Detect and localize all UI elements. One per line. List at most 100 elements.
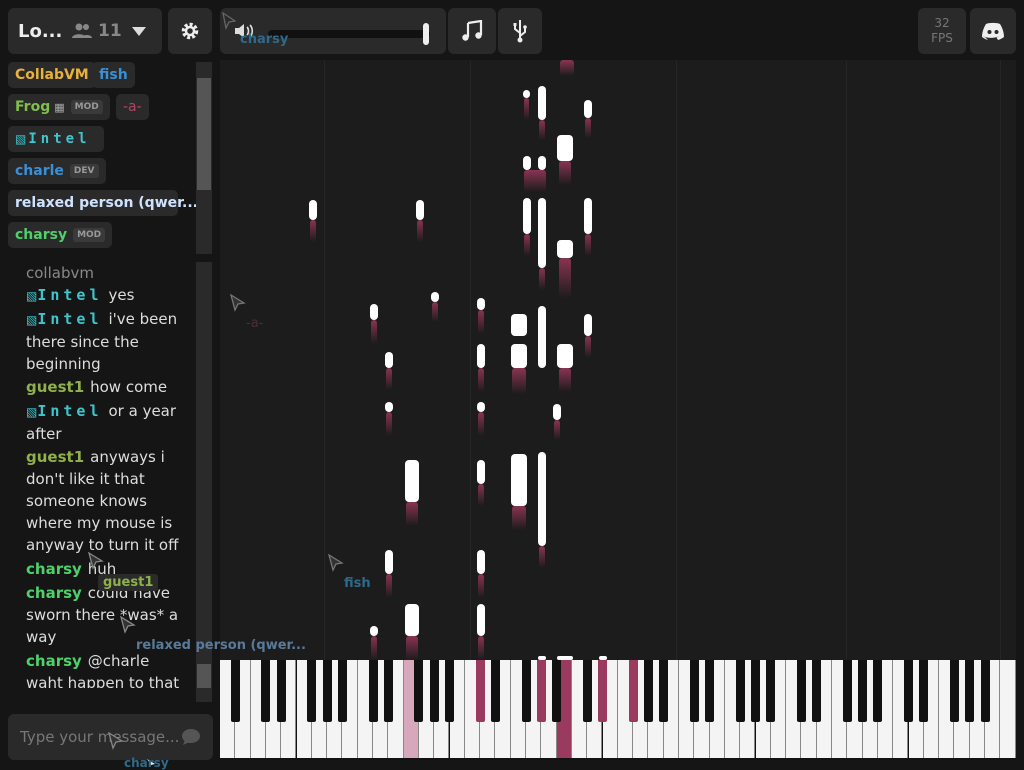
cursor-icon xyxy=(328,554,344,572)
black-key[interactable] xyxy=(751,660,760,722)
black-key[interactable] xyxy=(536,660,546,722)
note-trail xyxy=(371,320,377,344)
black-key[interactable] xyxy=(904,660,913,722)
user-item-a[interactable]: -a- xyxy=(116,94,149,120)
cursor-icon xyxy=(108,732,124,750)
black-key[interactable] xyxy=(842,660,852,722)
user-name: charle xyxy=(15,163,64,179)
black-key[interactable] xyxy=(582,660,592,722)
black-key[interactable] xyxy=(628,660,638,722)
grid-line xyxy=(676,60,677,660)
midi-device-button[interactable] xyxy=(498,8,542,54)
black-key[interactable] xyxy=(552,660,562,722)
black-key[interactable] xyxy=(445,660,454,722)
white-key[interactable] xyxy=(1000,660,1016,758)
black-key[interactable] xyxy=(429,660,439,722)
note-trail xyxy=(559,161,571,185)
user-name: fish xyxy=(99,67,128,83)
black-key[interactable] xyxy=(307,660,317,722)
black-key[interactable] xyxy=(812,660,822,722)
cursor-icon xyxy=(88,552,104,570)
grid-line xyxy=(470,60,471,660)
black-key[interactable] xyxy=(230,660,240,722)
black-key[interactable] xyxy=(598,660,607,722)
user-item-intel[interactable]: ▧ Intel xyxy=(8,126,104,152)
black-key[interactable] xyxy=(261,660,271,722)
black-key[interactable] xyxy=(383,660,393,722)
music-button[interactable] xyxy=(448,8,496,54)
black-key[interactable] xyxy=(689,660,699,722)
chat-bubble-icon[interactable] xyxy=(181,728,201,746)
black-key[interactable] xyxy=(796,660,806,722)
user-item-charsy[interactable]: charsy MOD xyxy=(8,222,113,248)
note-trail xyxy=(478,636,484,660)
chat-system-line: collabvm xyxy=(26,264,94,282)
user-name: charsy xyxy=(15,227,68,243)
volume-control[interactable] xyxy=(220,8,446,54)
black-key[interactable] xyxy=(475,660,485,722)
volume-slider-track[interactable] xyxy=(268,30,430,38)
room-selector[interactable]: Lo... 11 xyxy=(8,8,162,54)
grid-line xyxy=(846,60,847,660)
volume-slider-thumb[interactable] xyxy=(423,23,429,45)
black-key[interactable] xyxy=(919,660,929,722)
black-key[interactable] xyxy=(322,660,332,722)
user-item-relaxed-person[interactable]: relaxed person (qwer... xyxy=(8,190,198,216)
gear-icon xyxy=(181,22,199,40)
black-key[interactable] xyxy=(643,660,653,722)
black-key[interactable] xyxy=(873,660,883,722)
black-key[interactable] xyxy=(980,660,990,722)
falling-note xyxy=(523,198,531,234)
falling-note xyxy=(309,200,317,220)
settings-button[interactable] xyxy=(168,8,212,54)
chevron-down-icon[interactable] xyxy=(131,26,146,36)
black-key[interactable] xyxy=(766,660,776,722)
chat-scrollbar[interactable] xyxy=(196,262,212,702)
chat-scrollbar-thumb[interactable] xyxy=(197,664,211,688)
note-trail xyxy=(386,412,392,436)
black-key[interactable] xyxy=(521,660,531,722)
black-key[interactable] xyxy=(490,660,500,722)
black-key[interactable] xyxy=(659,660,669,722)
user-item-fish[interactable]: fish xyxy=(92,62,135,88)
black-key[interactable] xyxy=(414,660,424,722)
falling-note xyxy=(416,200,424,220)
discord-button[interactable] xyxy=(970,8,1016,54)
black-key[interactable] xyxy=(858,660,868,722)
flag-icon: ▧ xyxy=(26,289,38,303)
black-key[interactable] xyxy=(735,660,745,722)
room-name: Lo... xyxy=(18,20,63,42)
black-key[interactable] xyxy=(965,660,975,722)
note-trail xyxy=(560,60,574,76)
falling-note xyxy=(405,604,419,636)
falling-note xyxy=(523,90,530,98)
user-list-scrollbar-thumb[interactable] xyxy=(197,78,211,190)
falling-note xyxy=(557,344,573,368)
note-trail xyxy=(524,98,529,120)
user-count: 11 xyxy=(72,21,122,41)
note-trail xyxy=(524,234,530,256)
black-key[interactable] xyxy=(705,660,715,722)
note-trail xyxy=(386,368,392,390)
falling-note xyxy=(385,402,393,412)
black-key[interactable] xyxy=(276,660,286,722)
remote-cursor-label: relaxed person (qwer... xyxy=(136,638,306,653)
remote-cursor-label: charsy xyxy=(240,32,289,47)
note-trail xyxy=(554,420,560,440)
note-trail xyxy=(478,484,484,506)
user-item-frog[interactable]: Frog ▦ MOD xyxy=(8,94,110,120)
falling-note xyxy=(584,100,592,118)
users-icon xyxy=(72,23,92,38)
chat-message: ▧Intel yes xyxy=(26,286,135,304)
user-tag: MOD xyxy=(70,100,103,114)
remote-cursor-label: -a- xyxy=(246,316,264,331)
piano-keyboard[interactable] xyxy=(220,660,1016,760)
note-trail xyxy=(512,506,526,530)
black-key[interactable] xyxy=(949,660,959,722)
black-key[interactable] xyxy=(337,660,347,722)
fps-value: 32 xyxy=(934,16,950,30)
falling-note xyxy=(477,604,485,636)
black-key[interactable] xyxy=(368,660,378,722)
user-item-charle[interactable]: charle DEV xyxy=(8,158,106,184)
user-item-collabvm[interactable]: CollabVM xyxy=(8,62,96,88)
